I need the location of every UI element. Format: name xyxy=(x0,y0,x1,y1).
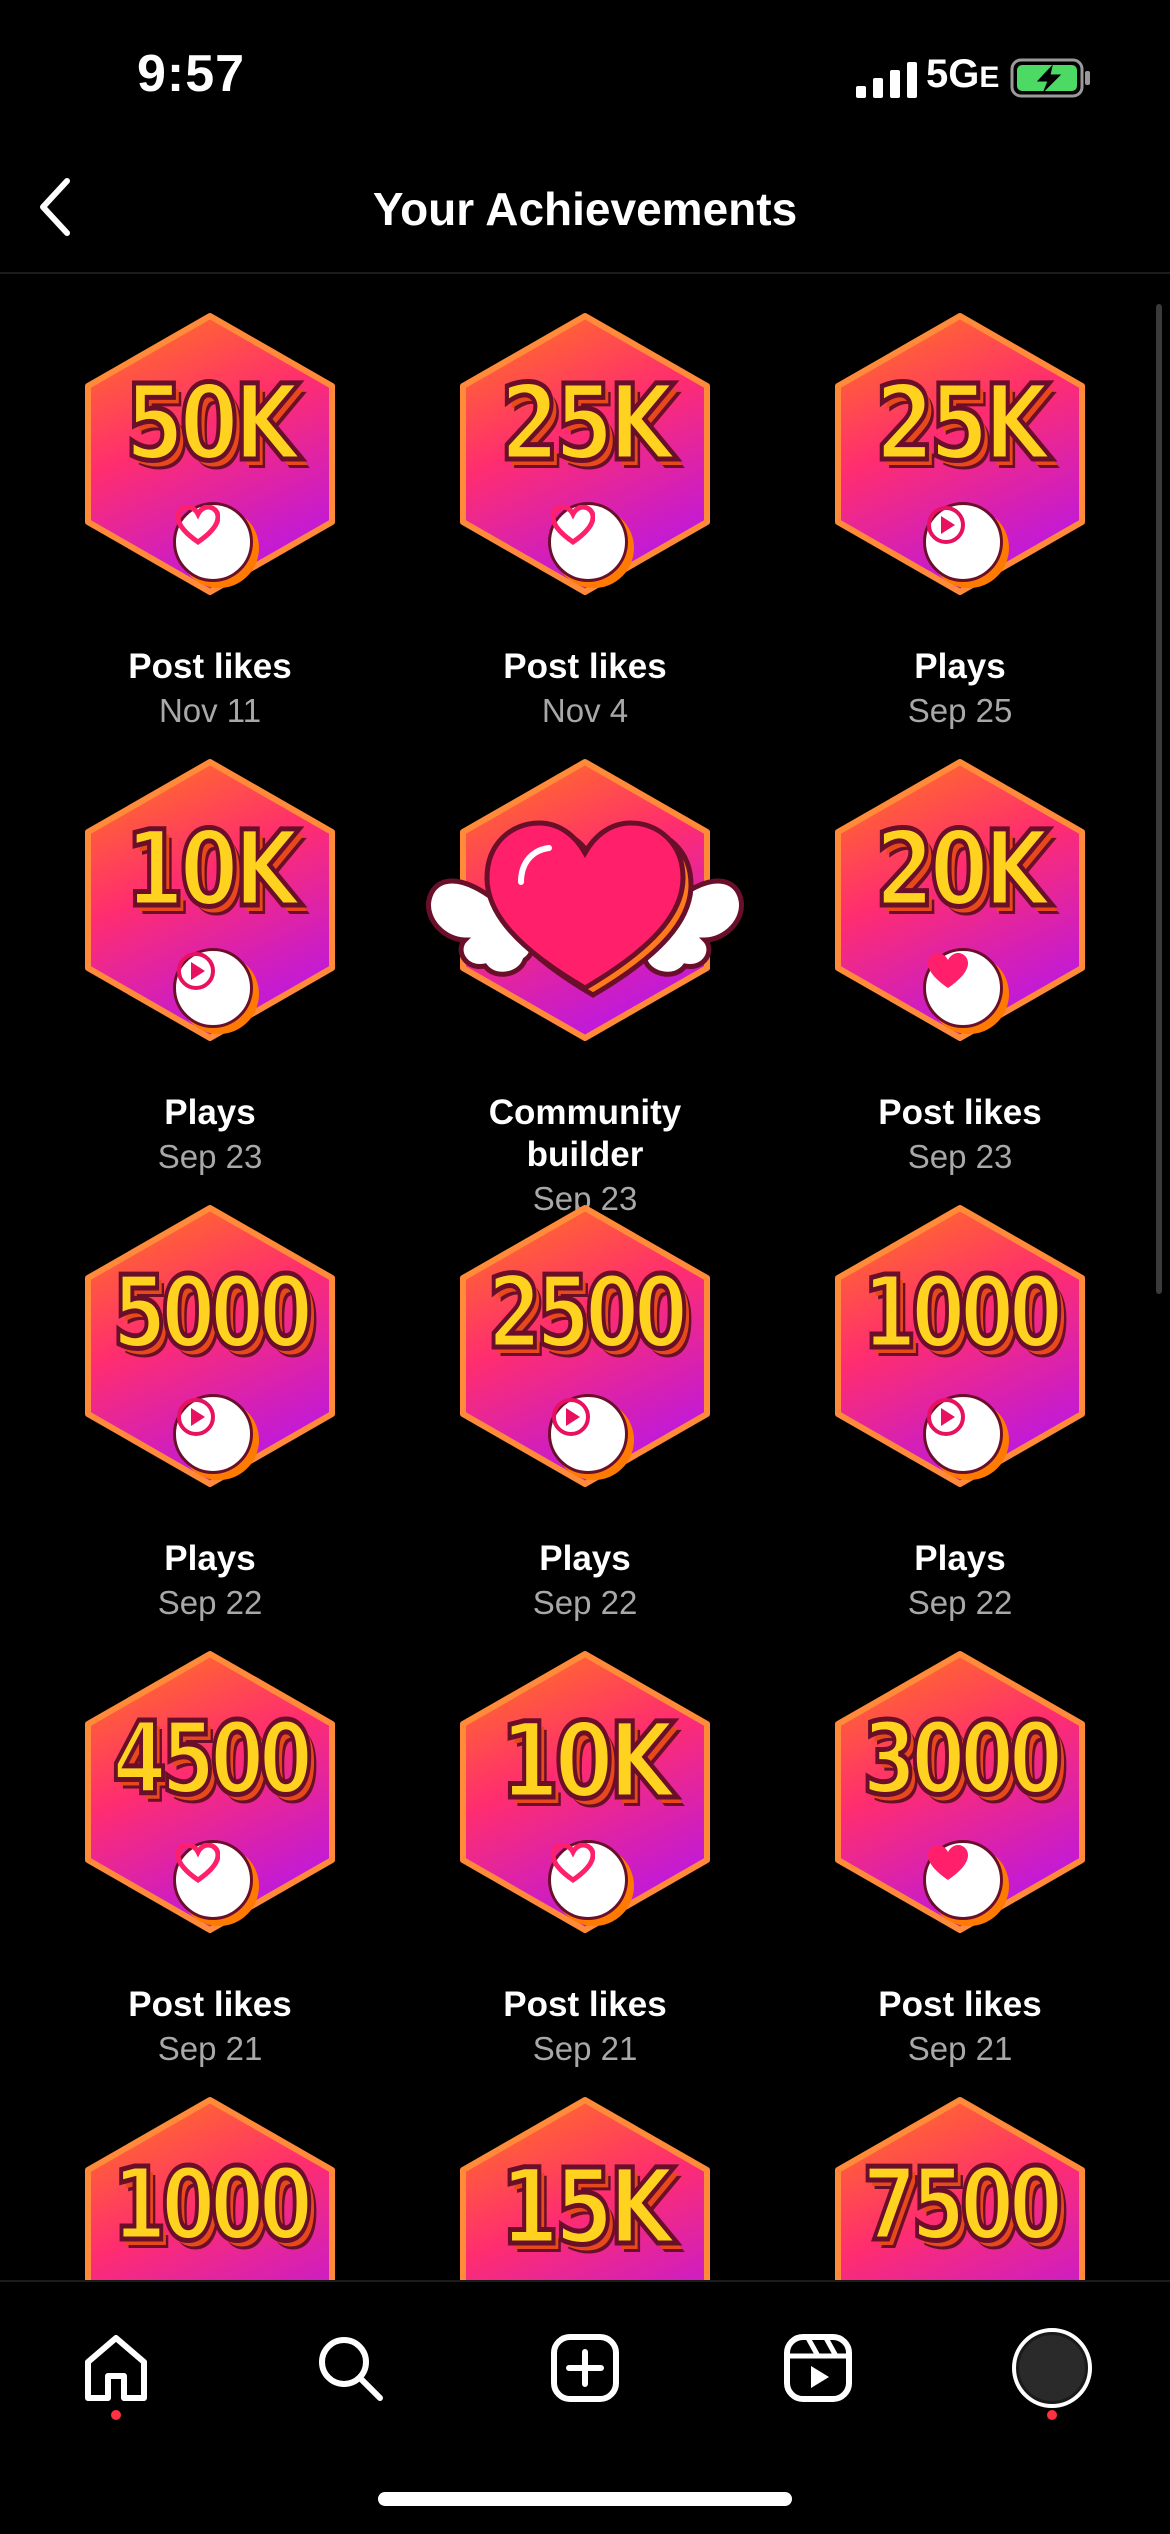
achievement-label: Post likes xyxy=(878,1985,1042,2024)
badge-value: 1000 xyxy=(860,1252,1065,1374)
achievement-card[interactable]: 1000 xyxy=(23,2058,397,2280)
home-indicator[interactable] xyxy=(378,2492,792,2506)
heart-icon xyxy=(923,1840,1003,1920)
badge-value: 2500 xyxy=(485,1252,690,1374)
achievement-label: Post likes xyxy=(128,1985,292,2024)
reels-icon xyxy=(784,2334,852,2402)
achievement-card[interactable]: 10K Post likes Sep 21 xyxy=(398,1612,772,2067)
achievement-label: Plays xyxy=(914,647,1006,686)
achievement-card[interactable]: 3000 Post likes Sep 21 xyxy=(773,1612,1147,2067)
achievement-label: Plays xyxy=(164,1093,256,1132)
heart-icon xyxy=(548,1840,628,1920)
status-time: 9:57 xyxy=(137,45,246,103)
create-tab[interactable] xyxy=(537,2320,633,2416)
achievement-card[interactable]: 4500 Post likes Sep 21 xyxy=(23,1612,397,2067)
network-indicator: 5GE xyxy=(926,52,1000,96)
search-tab[interactable] xyxy=(302,2320,398,2416)
achievement-badge: 50K xyxy=(60,304,360,604)
achievement-badge: 1000 xyxy=(60,2088,360,2280)
winged-heart-icon xyxy=(426,820,744,998)
achievement-card[interactable]: 10K Plays Sep 23 xyxy=(23,720,397,1175)
achievement-badge: 4500 xyxy=(60,1642,360,1942)
heart-icon xyxy=(173,502,253,582)
achievement-card[interactable]: 25K Plays Sep 25 xyxy=(773,274,1147,729)
achievement-label: Community builder xyxy=(488,1093,682,1174)
achievement-badge: 25K xyxy=(810,304,1110,604)
home-tab[interactable] xyxy=(68,2320,164,2416)
achievement-badge: 25K xyxy=(435,304,735,604)
home-icon xyxy=(85,2335,147,2401)
badge-value: 20K xyxy=(873,806,1052,933)
reels-tab[interactable] xyxy=(770,2320,866,2416)
achievement-card[interactable]: 50K Post likes Nov 11 xyxy=(23,274,397,729)
achievement-badge xyxy=(426,750,744,1050)
achievement-card[interactable]: Community builder Sep 23 xyxy=(398,720,772,1217)
badge-value: 15K xyxy=(498,2144,677,2271)
badge-value: 10K xyxy=(498,1698,677,1825)
achievement-label: Post likes xyxy=(878,1093,1042,1132)
heart-icon xyxy=(923,948,1003,1028)
heart-icon xyxy=(548,502,628,582)
badge-value: 3000 xyxy=(860,1698,1065,1820)
play-icon xyxy=(173,948,253,1028)
achievement-badge: 15K xyxy=(435,2088,735,2280)
achievement-badge: 1000 xyxy=(810,1196,1110,1496)
achievement-label: Plays xyxy=(164,1539,256,1578)
play-icon xyxy=(173,1394,253,1474)
badge-value: 50K xyxy=(123,360,302,487)
badge-value: 25K xyxy=(498,360,677,487)
achievement-badge: 20K xyxy=(810,750,1110,1050)
achievement-badge: 5000 xyxy=(60,1196,360,1496)
achievement-badge: 7500 xyxy=(810,2088,1110,2280)
play-icon xyxy=(548,1394,628,1474)
avatar-icon xyxy=(1012,2328,1092,2408)
profile-tab[interactable] xyxy=(1004,2320,1100,2416)
badge-value: 25K xyxy=(873,360,1052,487)
play-icon xyxy=(923,1394,1003,1474)
achievement-label: Plays xyxy=(539,1539,631,1578)
achievement-card[interactable]: 5000 Plays Sep 22 xyxy=(23,1166,397,1621)
achievement-card[interactable]: 1000 Plays Sep 22 xyxy=(773,1166,1147,1621)
page-title: Your Achievements xyxy=(372,183,798,235)
achievement-badge: 10K xyxy=(60,750,360,1050)
achievement-badge: 3000 xyxy=(810,1642,1110,1942)
badge-value: 10K xyxy=(123,806,302,933)
badge-value: 1000 xyxy=(110,2144,315,2266)
achievement-card[interactable]: 2500 Plays Sep 22 xyxy=(398,1166,772,1621)
battery-charging-icon xyxy=(1010,58,1090,98)
achievements-grid[interactable]: 50K Post likes Nov 11 25K Post likes Nov… xyxy=(0,274,1170,2280)
achievement-label: Post likes xyxy=(503,647,667,686)
navigation-header: Your Achievements xyxy=(0,150,1170,274)
badge-value: 7500 xyxy=(860,2144,1065,2266)
cellular-signal-icon xyxy=(856,62,917,98)
achievement-card[interactable]: 20K Post likes Sep 23 xyxy=(773,720,1147,1175)
profile-notification-dot xyxy=(1047,2410,1057,2420)
achievement-label: Plays xyxy=(914,1539,1006,1578)
achievement-label: Post likes xyxy=(503,1985,667,2024)
badge-value: 5000 xyxy=(110,1252,315,1374)
achievement-card[interactable]: 25K Post likes Nov 4 xyxy=(398,274,772,729)
badge-value: 4500 xyxy=(110,1698,315,1820)
achievement-card[interactable]: 15K xyxy=(398,2058,772,2280)
achievement-badge: 2500 xyxy=(435,1196,735,1496)
achievement-card[interactable]: 7500 xyxy=(773,2058,1147,2280)
play-icon xyxy=(923,502,1003,582)
scrollbar[interactable] xyxy=(1156,304,1162,1294)
bottom-tab-bar xyxy=(0,2280,1170,2534)
search-icon xyxy=(319,2337,383,2401)
home-notification-dot xyxy=(111,2410,121,2420)
achievement-badge: 10K xyxy=(435,1642,735,1942)
heart-icon xyxy=(173,1840,253,1920)
status-bar: 9:57 5GE xyxy=(0,0,1170,150)
add-square-icon xyxy=(551,2334,619,2402)
achievement-label: Post likes xyxy=(128,647,292,686)
